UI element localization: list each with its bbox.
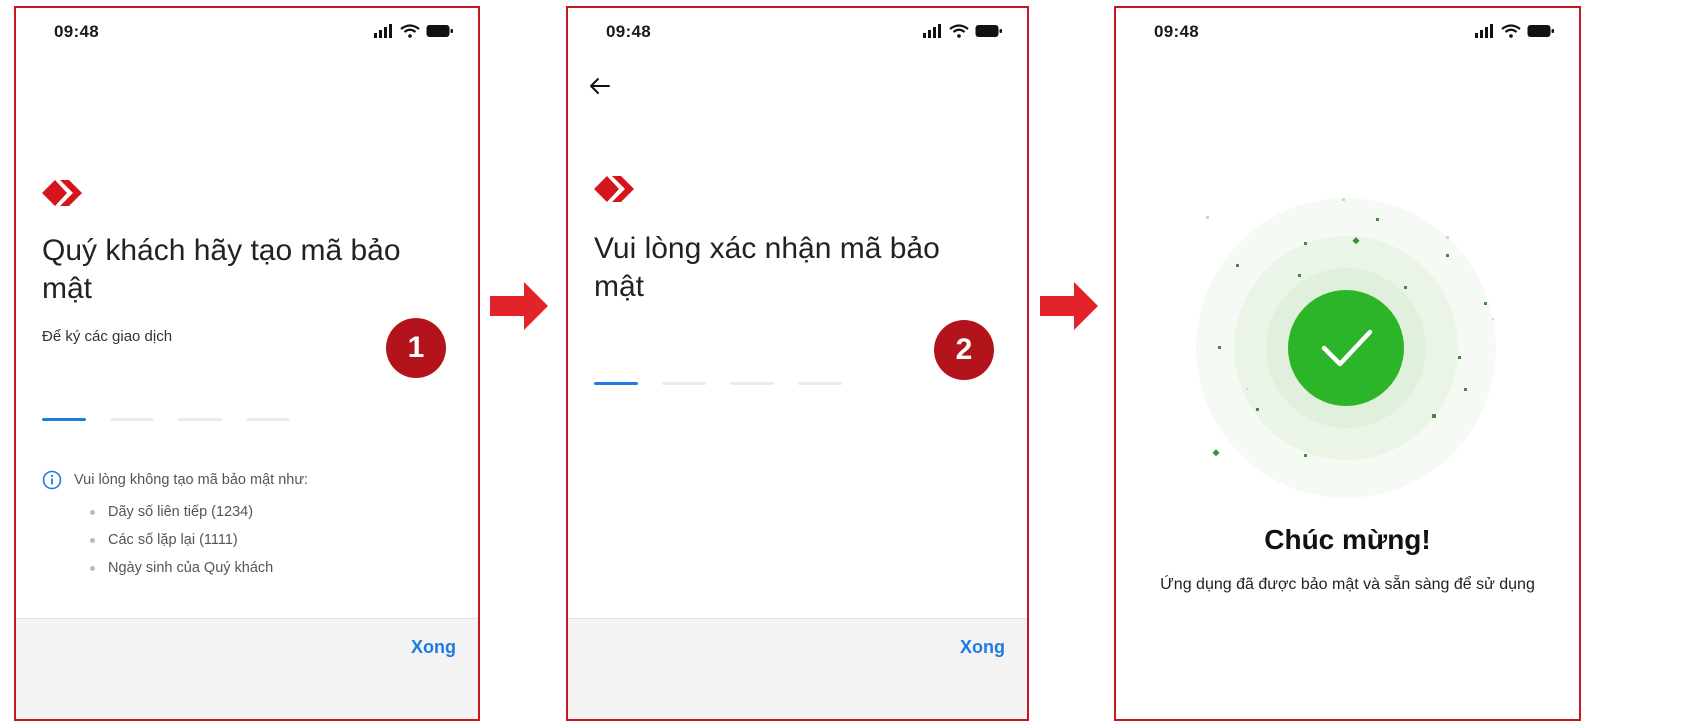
back-arrow-icon[interactable] xyxy=(588,74,612,98)
success-circle xyxy=(1288,290,1404,406)
notice-item: Các số lặp lại (1111) xyxy=(90,526,308,554)
notice-list: Dãy số liên tiếp (1234) Các số lặp lại (… xyxy=(42,498,308,582)
battery-icon xyxy=(426,25,453,37)
done-button[interactable]: Xong xyxy=(960,637,1005,658)
pin-digit-slot xyxy=(178,418,222,421)
success-title: Chúc mừng! xyxy=(1264,524,1431,555)
status-bar: 09:48 xyxy=(16,22,478,46)
success-illustration xyxy=(1196,198,1496,498)
pin-notice: Vui lòng không tạo mã bảo mật như: Dãy s… xyxy=(42,470,308,582)
pin-digit-slot xyxy=(42,418,86,421)
page-title: Vui lòng xác nhận mã bảo mật xyxy=(594,232,940,303)
status-bar: 09:48 xyxy=(1116,22,1579,46)
notice-item: Dãy số liên tiếp (1234) xyxy=(90,498,308,526)
keyboard-toolbar: Xong xyxy=(16,618,478,719)
notice-item: Ngày sinh của Quý khách xyxy=(90,554,308,582)
status-bar: 09:48 xyxy=(568,22,1027,46)
pin-input[interactable] xyxy=(594,382,842,385)
flow-arrow-icon xyxy=(1040,282,1098,330)
brand-logo-icon xyxy=(42,180,82,206)
pin-digit-slot xyxy=(662,382,706,385)
pin-digit-slot xyxy=(594,382,638,385)
screen-confirm-pin: 09:48 Vui lòng xác nhận mã bảo mật 2 Xon… xyxy=(566,6,1029,721)
status-time: 09:48 xyxy=(54,22,99,41)
done-button[interactable]: Xong xyxy=(411,637,456,658)
wifi-icon xyxy=(400,24,420,38)
step-badge: 1 xyxy=(386,318,446,378)
status-time: 09:48 xyxy=(1154,22,1199,41)
pin-digit-slot xyxy=(246,418,290,421)
pin-digit-slot xyxy=(730,382,774,385)
brand-logo-icon xyxy=(594,176,634,202)
pin-input[interactable] xyxy=(42,418,290,421)
wifi-icon xyxy=(1501,24,1521,38)
status-time: 09:48 xyxy=(606,22,651,41)
screen-create-pin: 09:48 Quý khách hãy tạo mã bảo mật Để ký… xyxy=(14,6,480,721)
step-badge: 2 xyxy=(934,320,994,380)
screen-success: 09:48 Chúc mừng! Ứng dụng đã được bảo mậ… xyxy=(1114,6,1581,721)
pin-digit-slot xyxy=(110,418,154,421)
notice-heading: Vui lòng không tạo mã bảo mật như: xyxy=(74,472,309,488)
signal-icon xyxy=(374,24,392,38)
page-title: Quý khách hãy tạo mã bảo mật xyxy=(42,234,401,305)
info-icon xyxy=(42,470,62,490)
page-subtitle: Để ký các giao dịch xyxy=(42,328,173,345)
success-message: Ứng dụng đã được bảo mật và sẵn sàng để … xyxy=(1160,576,1535,593)
battery-icon xyxy=(975,25,1002,37)
battery-icon xyxy=(1527,25,1554,37)
wifi-icon xyxy=(949,24,969,38)
signal-icon xyxy=(1475,24,1493,38)
flow-arrow-icon xyxy=(490,282,548,330)
keyboard-toolbar: Xong xyxy=(568,618,1027,719)
pin-digit-slot xyxy=(798,382,842,385)
signal-icon xyxy=(923,24,941,38)
